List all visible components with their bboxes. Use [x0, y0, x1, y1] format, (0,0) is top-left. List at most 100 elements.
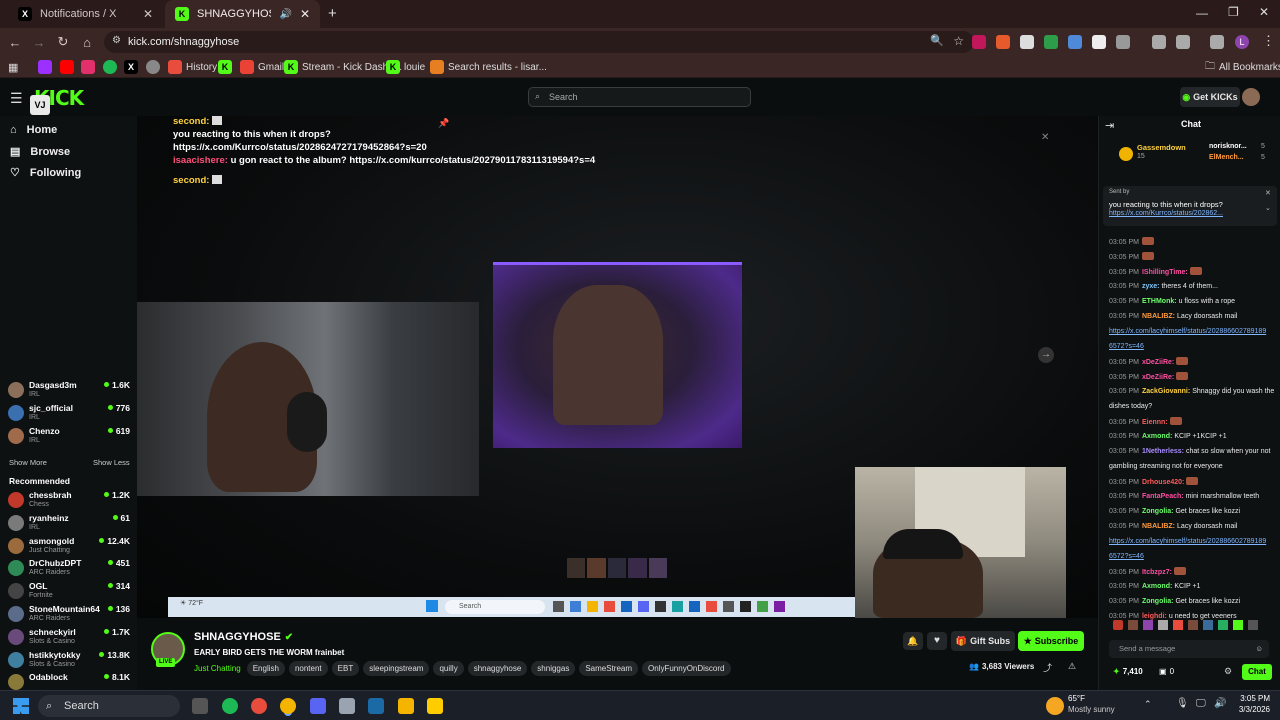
tag-chip[interactable]: sleepingstream [363, 661, 430, 676]
chat-message[interactable]: 03:05 PM NBALIBZ: Lacy doorsash mail [1109, 522, 1274, 532]
sidebar-channel-row[interactable]: hstikkytokky Slots & Casino 13.8K [8, 650, 130, 674]
weather-desc[interactable]: Mostly sunny [1068, 705, 1115, 714]
close-window-button[interactable]: ✕ [1259, 5, 1269, 19]
extension-icon[interactable] [1092, 35, 1106, 49]
windows-start-icon[interactable] [13, 698, 29, 714]
clock-date[interactable]: 3/3/2026 [1232, 705, 1270, 714]
weather-temp[interactable]: 65°F [1068, 694, 1085, 703]
instagram-icon[interactable] [81, 60, 95, 74]
file-explorer-icon[interactable] [398, 698, 414, 714]
bell-icon[interactable]: 🔔 [903, 632, 923, 650]
message-username[interactable]: ETHMonk: [1142, 298, 1177, 305]
bookmark-star-icon[interactable]: ☆ [953, 34, 964, 48]
message-username[interactable]: NBALIBZ: [1142, 523, 1175, 530]
sidebar-channel-row[interactable]: Dasgasd3m IRL 1.6K [8, 380, 130, 404]
kick-logo-icon[interactable]: K [218, 60, 232, 74]
chat-message[interactable]: 6572?s=46 [1109, 342, 1274, 352]
zoom-icon[interactable]: 🔍 [930, 34, 944, 47]
chat-message[interactable]: 03:05 PM xDeZiiRe: [1109, 357, 1274, 368]
message-username[interactable]: 1Netherless: [1142, 448, 1184, 455]
sidebar-channel-row[interactable]: schneckyirl Slots & Casino 1.7K [8, 627, 130, 651]
sidebar-channel-row[interactable]: StoneMountain64 ARC Raiders 136 [8, 604, 130, 628]
sidebar-channel-row[interactable]: ryanheinz IRL 61 [8, 513, 130, 537]
category-link[interactable]: Just Chatting [194, 664, 241, 673]
chrome-icon[interactable] [251, 698, 267, 714]
bookmark-history[interactable]: History [168, 59, 217, 75]
message-username[interactable]: Itcbzpz7: [1142, 569, 1172, 576]
message-username[interactable]: Eiennn: [1142, 419, 1168, 426]
video-player[interactable]: second: you reacting to this when it dro… [137, 116, 1098, 618]
chat-message[interactable]: 03:05 PM ZackGiovanni: Shnaggy did you was… [1109, 387, 1274, 397]
close-icon[interactable]: ✕ [1041, 132, 1049, 143]
channel-points[interactable]: ✦ 7,410 [1113, 667, 1143, 676]
maximize-button[interactable]: ❐ [1228, 5, 1239, 19]
chat-message[interactable]: 03:05 PM Zongolia: Get braces like kozzi [1109, 507, 1274, 517]
extension-icon[interactable] [972, 35, 986, 49]
message-username[interactable]: xDeZiiRe: [1142, 374, 1174, 381]
message-text[interactable]: https://x.com/lacyhimself/status/2028866… [1109, 538, 1266, 545]
url-bar[interactable]: ⚙ kick.com/shnaggyhose 🔍 ☆ [104, 31, 974, 53]
message-username[interactable]: NBALIBZ: [1142, 313, 1175, 320]
message-username[interactable]: zyxe: [1142, 283, 1160, 290]
twitch-icon[interactable] [38, 60, 52, 74]
minimize-button[interactable]: — [1196, 6, 1208, 20]
message-username[interactable]: FantaPeach: [1142, 493, 1184, 500]
send-chat-button[interactable]: Chat [1242, 664, 1272, 680]
site-info-icon[interactable]: ⚙ [112, 35, 121, 46]
back-icon[interactable]: ← [5, 32, 25, 52]
chat-message[interactable]: 03:05 PM Itcbzpz7: [1109, 567, 1274, 578]
chat-message[interactable]: 03:05 PM [1109, 252, 1274, 263]
tag-chip[interactable]: English [246, 661, 285, 676]
settings-icon[interactable] [339, 698, 355, 714]
chat-message[interactable]: https://x.com/lacyhimself/status/2028866… [1109, 327, 1274, 337]
hamburger-menu-icon[interactable]: ☰ [10, 90, 23, 107]
chat-message[interactable]: 03:05 PM 1Netherless: chat so slow when yo… [1109, 447, 1274, 457]
extensions-puzzle-icon[interactable] [1116, 35, 1130, 49]
monitor-icon[interactable]: 🖵 [1196, 698, 1206, 709]
globe-icon[interactable] [146, 60, 160, 74]
show-less-link[interactable]: Show Less [93, 458, 130, 467]
youtube-icon[interactable] [60, 60, 74, 74]
bookmark-louie[interactable]: Klouie [386, 59, 425, 75]
menu-kebab-icon[interactable]: ⋮ [1262, 33, 1275, 49]
channel-name[interactable]: SHNAGGYHOSE [194, 631, 281, 643]
chat-message[interactable]: 6572?s=46 [1109, 552, 1274, 562]
chat-message[interactable]: 03:05 PM FantaPeach: mini marshmallow teet… [1109, 492, 1274, 502]
chat-message[interactable]: 03:05 PM Eiennn: [1109, 417, 1274, 428]
sidebar-channel-row[interactable]: OGL Fortnite 314 [8, 581, 130, 605]
forward-icon[interactable]: → [29, 32, 49, 52]
audio-icon[interactable]: 🔊 [279, 9, 291, 20]
chat-settings-icon[interactable]: ⚙ [1224, 666, 1232, 677]
bookmark-gmail[interactable]: Gmail [240, 59, 284, 75]
chat-message[interactable]: 03:05 PM [1109, 237, 1274, 248]
chat-message[interactable]: 03:05 PM Zongolia: Get braces like kozzi [1109, 597, 1274, 607]
share-icon[interactable]: ⤴ [1043, 661, 1052, 674]
tab-search-icon[interactable] [1210, 35, 1224, 49]
kicks-balance[interactable]: ▣ 0 [1159, 667, 1174, 676]
search-input[interactable]: ⌕ Search [528, 87, 751, 107]
chat-message[interactable]: 03:05 PM Axmond: KCIP +1 [1109, 582, 1274, 592]
nav-home[interactable]: ⌂ Home [10, 124, 57, 136]
profile-avatar[interactable]: L [1235, 35, 1249, 49]
chat-message[interactable]: 03:05 PM zyxe: theres 4 of them... [1109, 282, 1274, 292]
sidebar-channel-row[interactable]: DrChubzDPT ARC Raiders 451 [8, 558, 130, 582]
task-view-icon[interactable] [192, 698, 208, 714]
get-kicks-button[interactable]: ◉ Get KICKs [1180, 87, 1240, 107]
message-username[interactable]: leighdi: [1142, 613, 1167, 620]
sticky-notes-icon[interactable] [427, 698, 443, 714]
message-username[interactable]: Axmond: [1142, 583, 1172, 590]
reload-icon[interactable]: ↻ [53, 32, 73, 52]
chat-message[interactable]: 03:05 PM ETHMonk: u floss with a rope [1109, 297, 1274, 307]
close-tab-icon[interactable]: ✕ [300, 7, 310, 21]
pinned-message[interactable]: Sent by you reacting to this when it dro… [1103, 186, 1277, 226]
taskbar-search[interactable]: ⌕ Search [38, 695, 180, 717]
chevron-down-icon[interactable]: ⌄ [1265, 204, 1271, 212]
bookmark-kick-dashboard[interactable]: K Stream - Kick Dashb... [284, 59, 402, 75]
chat-message[interactable]: gambling streaming not for everyone [1109, 462, 1274, 472]
volume-icon[interactable]: 🔊 [1214, 698, 1226, 709]
sidebar-channel-row[interactable]: sjc_official IRL 776 [8, 403, 130, 427]
unpin-icon[interactable]: ✕ [1265, 189, 1271, 197]
tag-chip[interactable]: OnlyFunnyOnDiscord [642, 661, 731, 676]
gift-subs-button[interactable]: 🎁 Gift Subs [951, 631, 1015, 651]
home-icon[interactable]: ⌂ [77, 32, 97, 52]
